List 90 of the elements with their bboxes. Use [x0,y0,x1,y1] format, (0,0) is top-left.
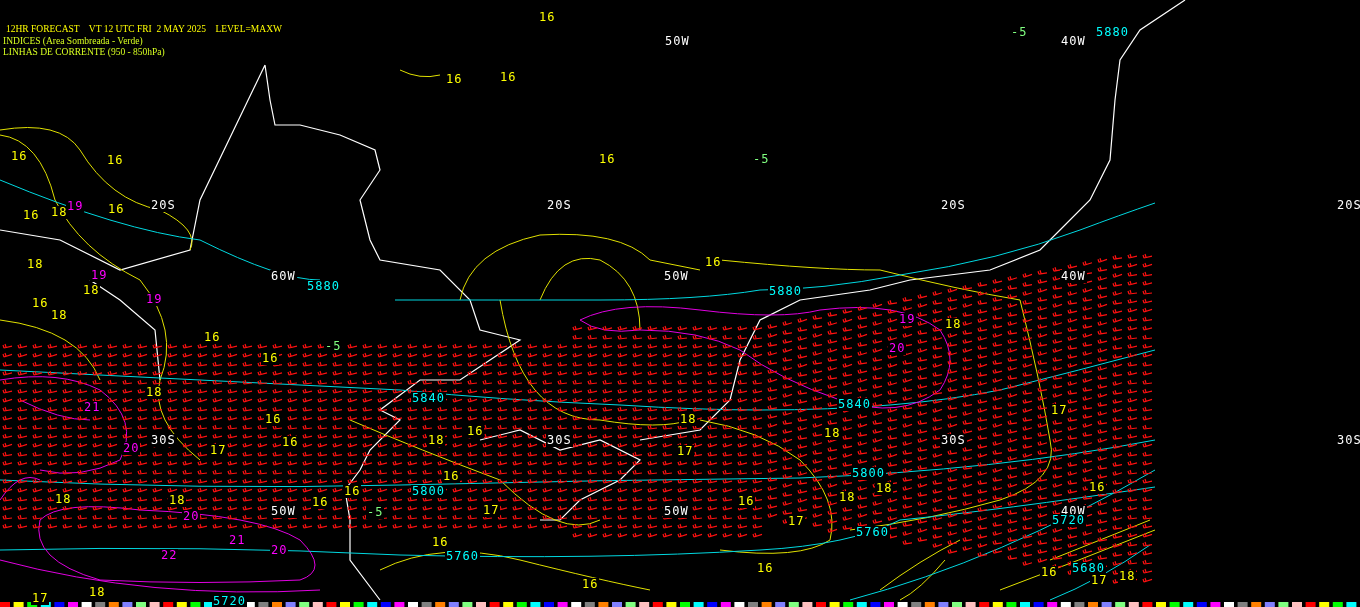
contour-label: 16 [431,536,450,549]
contour-label: 5880 [768,285,803,298]
contour-label: 19 [90,269,109,282]
contour-label: 17 [787,515,806,528]
contour-label: 18 [944,318,963,331]
contour-label: 30S [150,434,177,447]
contour-label: 16 [442,470,461,483]
contour-label: 18 [168,494,187,507]
contour-label: 5880 [1095,26,1130,39]
contour-label: 50W [663,505,690,518]
contour-label: 40W [1060,270,1087,283]
contour-label: -5 [324,340,343,353]
contour-label: -5 [1010,26,1029,39]
contour-label: 17 [1090,574,1109,587]
contour-label: 18 [145,386,164,399]
contour-label: 20 [182,510,201,523]
contour-label: 18 [82,284,101,297]
contour-label: 18 [88,586,107,599]
contour-label: 19 [66,200,85,213]
contour-label: 22 [160,549,179,562]
contour-label: -5 [366,506,385,519]
contour-label: 20S [1336,199,1360,212]
contour-label: 16 [499,71,518,84]
contour-label: 16 [10,150,29,163]
contour-label: 60W [270,270,297,283]
contour-label: 5680 [1071,562,1106,575]
contour-label: 16 [107,203,126,216]
contour-label: 5760 [445,550,480,563]
contour-label: 19 [145,293,164,306]
contour-label: 5800 [411,485,446,498]
contour-label: 16 [756,562,775,575]
contour-label: 50W [664,35,691,48]
contour-label: 50W [663,270,690,283]
contour-label: 21 [83,401,102,414]
contour-label: 17 [482,504,501,517]
contour-label: -5 [752,153,771,166]
contour-label: 20S [940,199,967,212]
contour-label: 18 [427,434,446,447]
contour-label: 16 [445,73,464,86]
contour-label: 16 [22,209,41,222]
contour-label: 40W [1060,35,1087,48]
contour-label: 18 [875,482,894,495]
contour-label: 18 [679,413,698,426]
contour-label: 18 [50,206,69,219]
contour-label: 16 [261,352,280,365]
contour-label: 20S [150,199,177,212]
contour-label: 50W [270,505,297,518]
contour-label: 17 [31,592,50,605]
contour-label: 21 [228,534,247,547]
contour-label: 30S [940,434,967,447]
contour-label: 16 [264,413,283,426]
contour-label: 16 [598,153,617,166]
contour-label: 18 [823,427,842,440]
contour-label: 16 [106,154,125,167]
map-legend-text: LINHAS DE CORRENTE (950 - 850hPa) [3,47,166,59]
map-legend-text: INDICES (Area Sombreada - Verde) [3,35,144,47]
contour-label: 16 [538,11,557,24]
contour-label: 5720 [212,595,247,607]
contour-label: 20 [270,544,289,557]
contour-label: 5880 [306,280,341,293]
contour-label: 18 [838,491,857,504]
contour-label: 18 [50,309,69,322]
contour-label: 16 [343,485,362,498]
contour-label: 5840 [837,398,872,411]
contour-label: 19 [898,313,917,326]
contour-label: 16 [31,297,50,310]
contour-label: 20 [122,442,141,455]
contour-label: 18 [1118,570,1137,583]
contour-label: 16 [281,436,300,449]
contour-label: 18 [54,493,73,506]
contour-label: 5800 [851,467,886,480]
contour-label: 16 [704,256,723,269]
contour-label: 5760 [855,526,890,539]
contour-label: 20S [546,199,573,212]
contour-label: 5840 [411,392,446,405]
contour-label: 17 [1050,404,1069,417]
contour-label: 18 [26,258,45,271]
contour-label: 30S [1336,434,1360,447]
contour-label: 17 [676,445,695,458]
contour-label: 16 [311,496,330,509]
contour-label: 16 [203,331,222,344]
contour-label: 16 [466,425,485,438]
contour-label: 16 [581,578,600,591]
contour-label: 16 [1088,481,1107,494]
map-legend-text: 12HR FORECAST VT 12 UTC FRI 2 MAY 2025 LEVEL=MAXW [5,24,282,36]
contour-label: 17 [209,444,228,457]
contour-label: 16 [737,495,756,508]
contour-label: 30S [546,434,573,447]
contour-label: 16 [1040,566,1059,579]
contour-label: 20 [888,342,907,355]
